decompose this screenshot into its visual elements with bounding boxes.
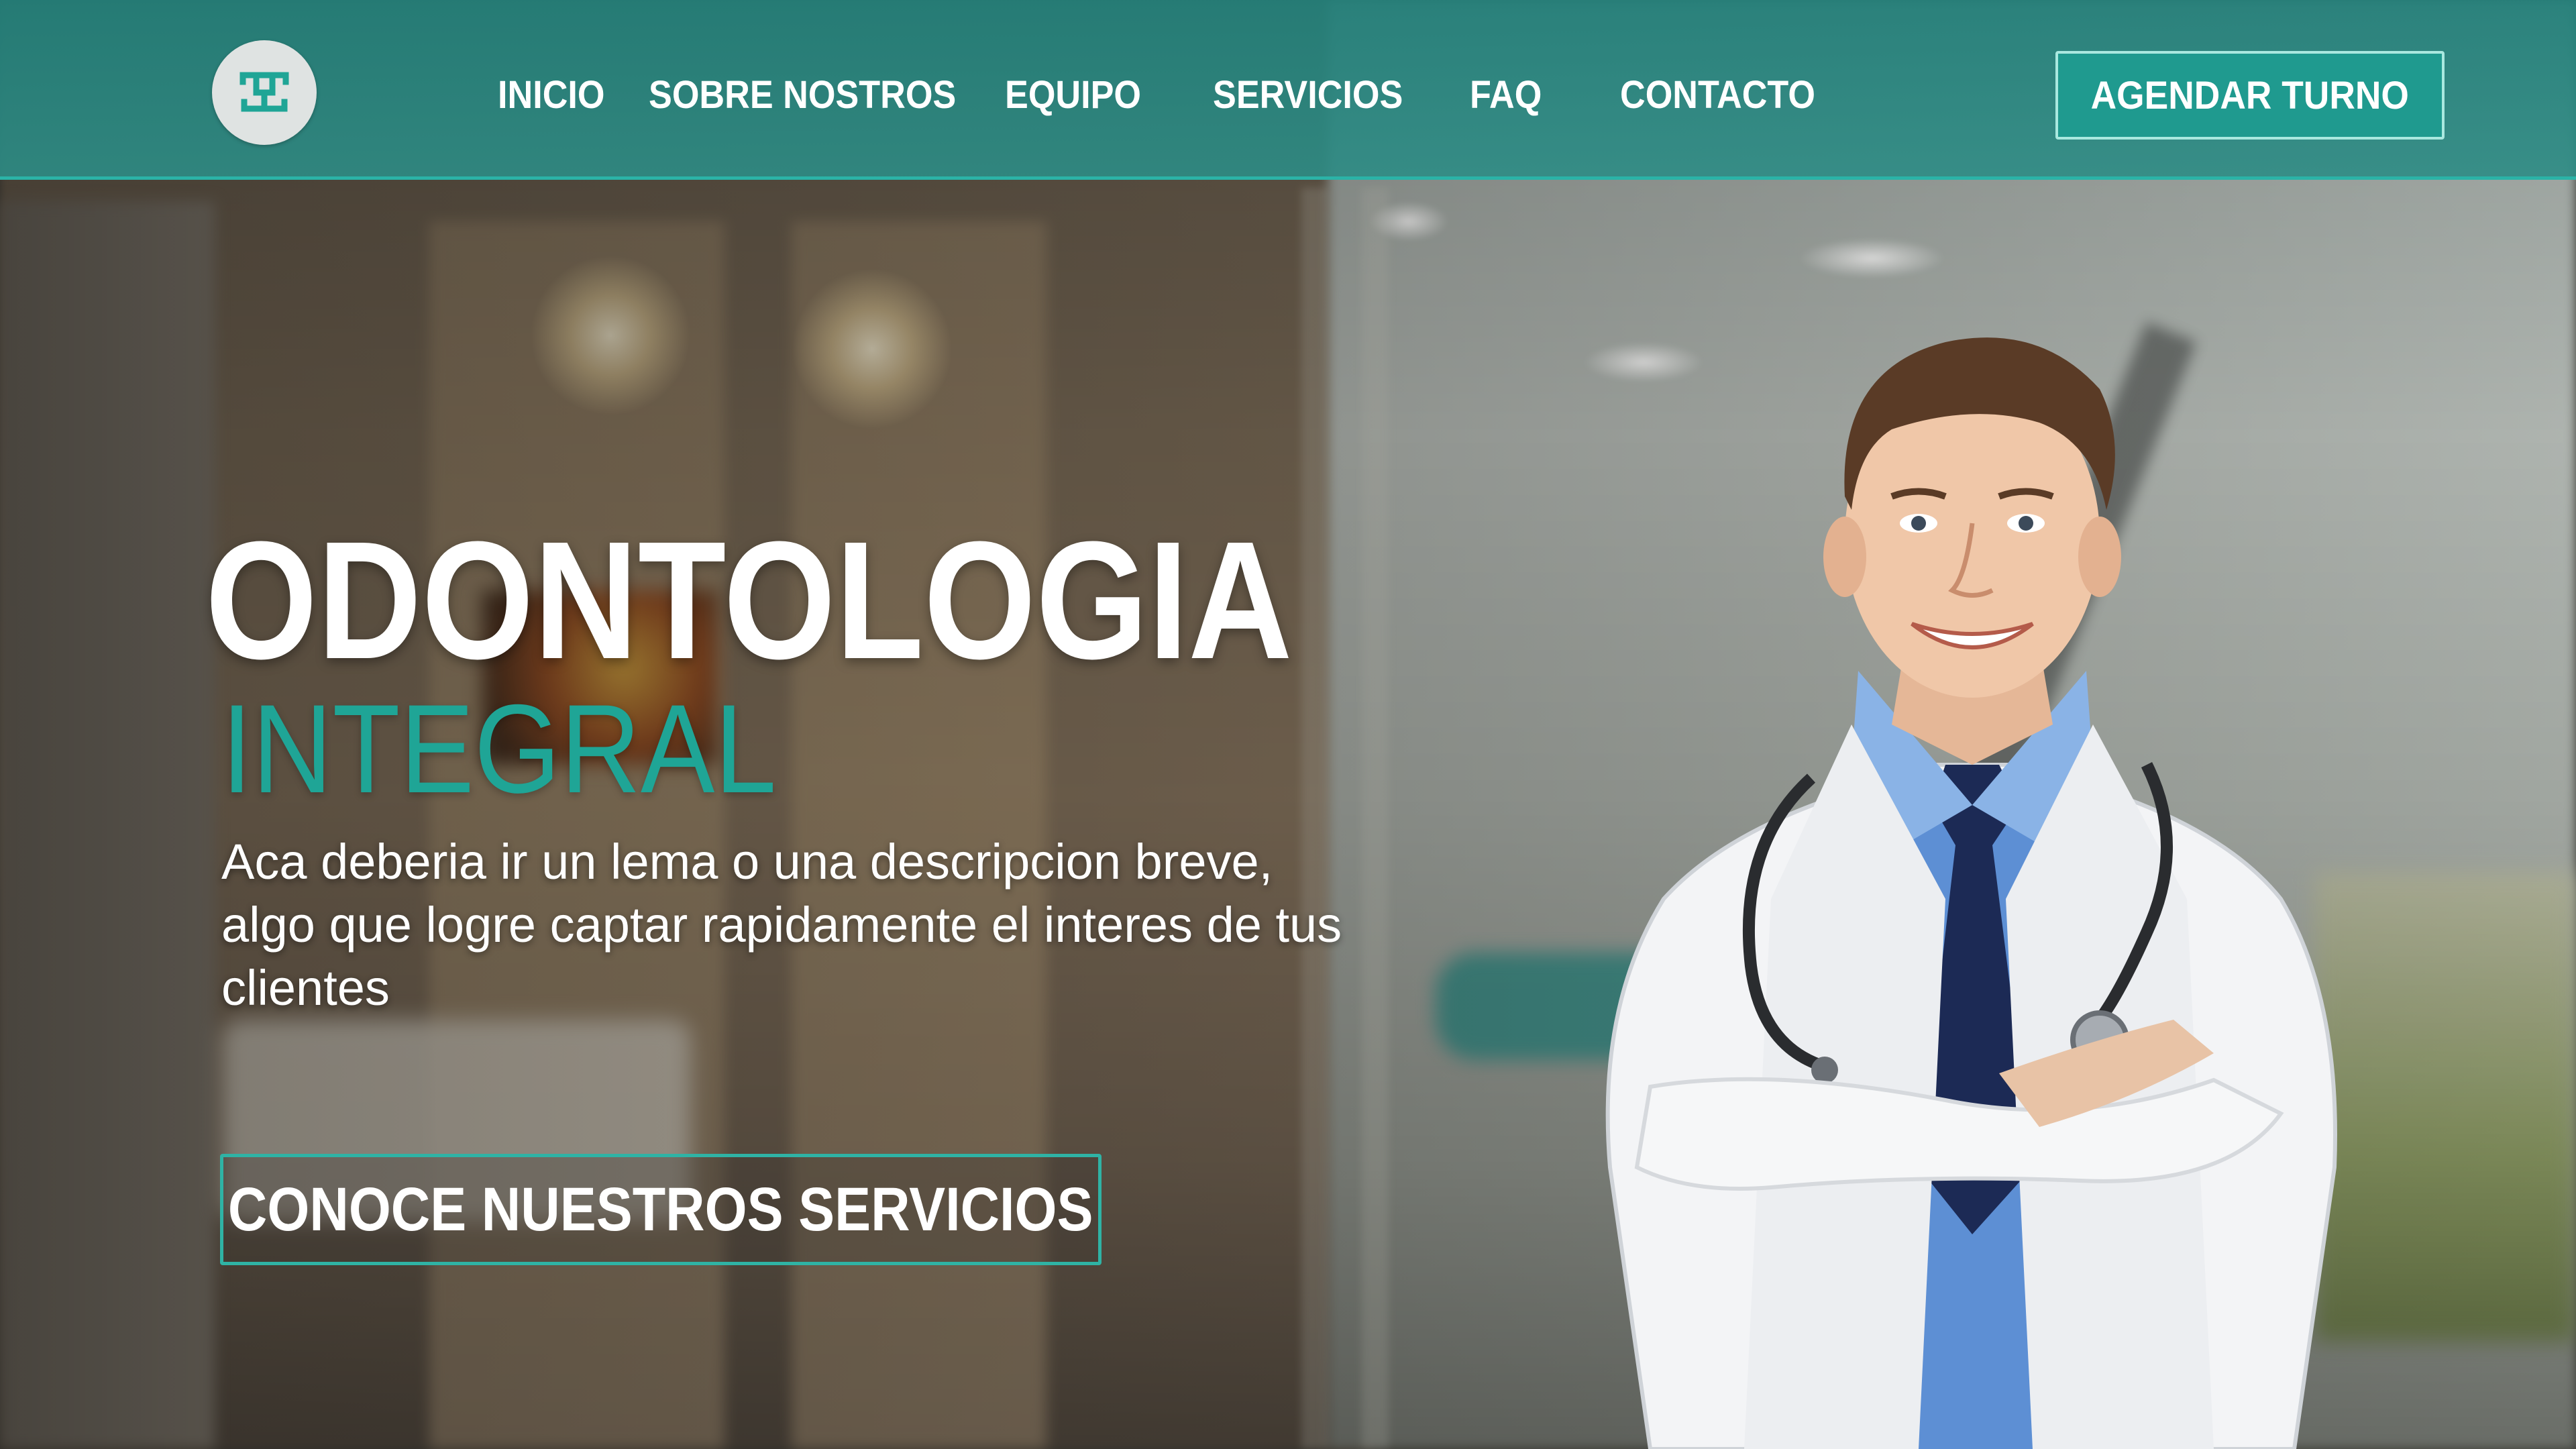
hero-title: ODONTOLOGIA — [205, 506, 1293, 694]
hero-description: Aca deberia ir un lema o una descripcion… — [221, 834, 1342, 1016]
hero-subtitle: INTEGRAL — [221, 678, 777, 819]
main-nav: INICIO SOBRE NOSTROS EQUIPO SERVICIOS FA… — [498, 64, 1837, 125]
book-appointment-label: AGENDAR TURNO — [2090, 73, 2410, 117]
nav-item-faq[interactable]: FAQ — [1470, 72, 1542, 117]
services-button-label: CONOCE NUESTROS SERVICIOS — [228, 1175, 1093, 1244]
nav-item-contacto[interactable]: CONTACTO — [1620, 72, 1815, 117]
doctor-portrait — [1605, 337, 2337, 1449]
logo[interactable] — [212, 40, 317, 145]
nav-item-equipo[interactable]: EQUIPO — [1005, 72, 1141, 117]
nav-item-sobre-nosotros[interactable]: SOBRE NOSTROS — [649, 72, 956, 117]
nav-item-servicios[interactable]: SERVICIOS — [1213, 72, 1403, 117]
book-appointment-button[interactable]: AGENDAR TURNO — [2055, 51, 2445, 140]
services-button[interactable]: CONOCE NUESTROS SERVICIOS — [220, 1154, 1102, 1265]
nav-item-inicio[interactable]: INICIO — [498, 72, 605, 117]
tooth-monogram-icon — [239, 72, 289, 112]
top-navigation-bar: INICIO SOBRE NOSTROS EQUIPO SERVICIOS FA… — [0, 0, 2576, 180]
